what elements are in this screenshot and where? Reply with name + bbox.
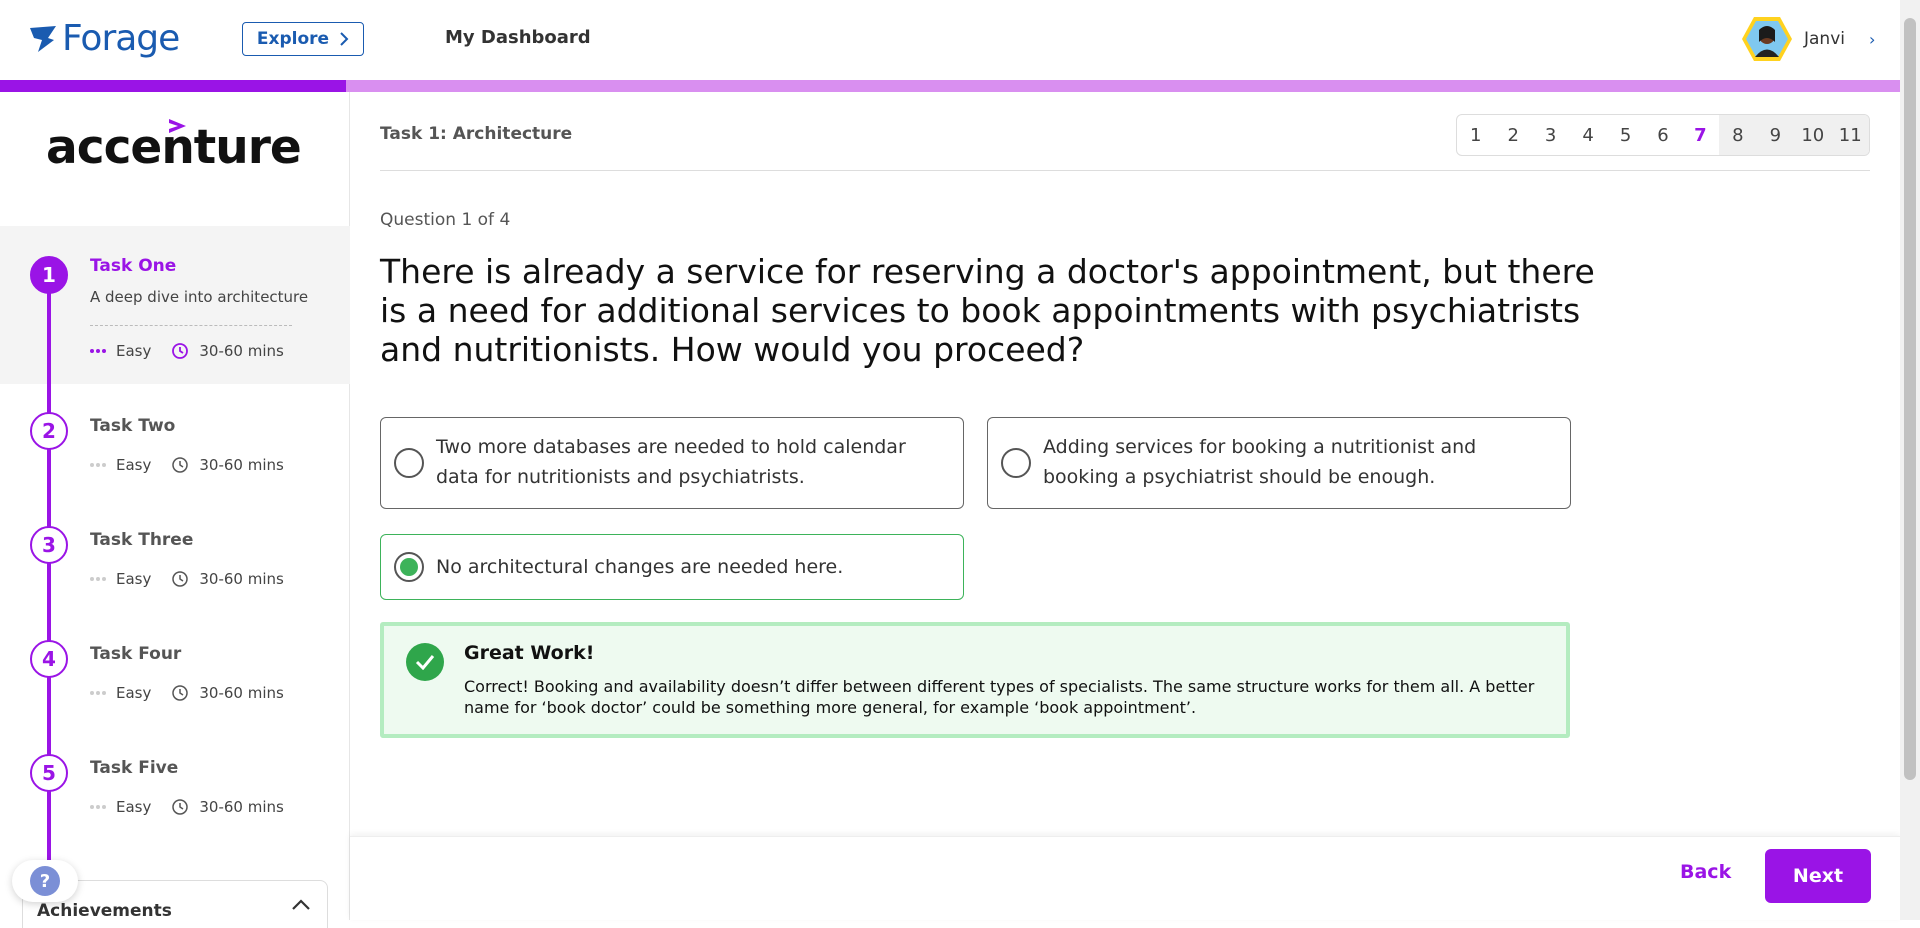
next-button[interactable]: Next [1765,849,1871,903]
task-sidebar: accenture 1 Task One A deep dive into ar… [0,92,350,928]
course-progress-bar [0,80,1900,92]
task-number-badge: 5 [30,754,68,792]
chevron-right-icon: › [1869,29,1876,49]
forage-leaf-icon [30,25,56,52]
clock-icon [172,685,189,701]
clock-icon [172,799,189,815]
task-meta: Easy 30-60 mins [90,570,284,588]
clock-icon [172,343,189,359]
answer-option-add-services[interactable]: Adding services for booking a nutritioni… [987,417,1571,509]
footer-bar: Back Next [350,836,1900,920]
task-number-badge: 2 [30,412,68,450]
radio-button[interactable] [1001,448,1031,478]
difficulty-dots-icon [90,691,106,695]
progress-fill [0,80,346,92]
user-name: Janvi [1804,29,1845,49]
question-text: There is already a service for reserving… [380,252,1595,369]
feedback-panel: Great Work! Correct! Booking and availab… [380,622,1570,738]
difficulty-label: Easy [116,342,152,360]
page-step-2[interactable]: 2 [1494,115,1531,155]
option-text: No architectural changes are needed here… [436,556,844,578]
task-meta: Easy 30-60 mins [90,456,284,474]
divider [380,170,1870,171]
task-title: Task Four [90,644,182,664]
duration-label: 30-60 mins [199,456,284,474]
radio-button-selected[interactable] [394,552,424,582]
difficulty-dots-icon [90,349,106,353]
page-step-5[interactable]: 5 [1607,115,1644,155]
difficulty-dots-icon [90,805,106,809]
task-description: A deep dive into architecture [90,288,309,306]
difficulty-label: Easy [116,570,152,588]
main-content: Task 1: Architecture 1 2 3 4 5 6 7 8 9 10 11 Quest… [350,92,1900,920]
option-text: Adding services for booking a nutritioni… [1043,436,1477,488]
task-title: Task Five [90,758,179,778]
page-step-10[interactable]: 10 [1794,115,1832,155]
difficulty-label: Easy [116,798,152,816]
page-step-9[interactable]: 9 [1756,115,1795,155]
task-meta: Easy 30-60 mins [90,684,284,702]
question-mark-icon: ? [30,866,60,896]
back-button[interactable]: Back [1680,861,1731,883]
top-nav: Forage Explore My Dashboard Janvi › [0,0,1900,80]
clock-icon [172,571,189,587]
task-title: Task Three [90,530,194,550]
feedback-body: Correct! Booking and availability doesn’… [464,677,1535,717]
avatar [1742,17,1792,61]
chevron-up-icon[interactable] [291,899,311,911]
question-counter: Question 1 of 4 [380,210,511,230]
forage-logo[interactable]: Forage [28,18,180,59]
task-title: Task One [90,256,177,276]
help-button[interactable]: ? [12,860,78,902]
step-pager: 1 2 3 4 5 6 7 8 9 10 11 [1456,114,1870,156]
accenture-chevron-icon [169,119,186,133]
difficulty-label: Easy [116,684,152,702]
duration-label: 30-60 mins [199,342,284,360]
task-timeline [47,274,51,906]
page-step-7[interactable]: 7 [1682,115,1719,155]
task-number-badge: 4 [30,640,68,678]
my-dashboard-link[interactable]: My Dashboard [445,27,591,48]
page-scrollbar[interactable] [1900,0,1920,920]
task-title: Task Two [90,416,176,436]
page-step-11[interactable]: 11 [1831,115,1869,155]
duration-label: 30-60 mins [199,798,284,816]
duration-label: 30-60 mins [199,570,284,588]
page-step-3[interactable]: 3 [1532,115,1569,155]
page-step-1[interactable]: 1 [1457,115,1494,155]
explore-button[interactable]: Explore [242,22,364,56]
duration-label: 30-60 mins [199,684,284,702]
achievements-label: Achievements [37,901,172,921]
clock-icon [172,457,189,473]
difficulty-dots-icon [90,577,106,581]
difficulty-dots-icon [90,463,106,467]
explore-label: Explore [256,29,330,49]
radio-button[interactable] [394,448,424,478]
difficulty-label: Easy [116,456,152,474]
task-meta: Easy 30-60 mins [90,342,284,360]
scrollbar-thumb[interactable] [1904,18,1916,780]
breadcrumb: Task 1: Architecture [380,124,573,144]
answer-option-databases[interactable]: Two more databases are needed to hold ca… [380,417,964,509]
chevron-right-icon [340,32,349,46]
answer-option-no-changes[interactable]: No architectural changes are needed here… [380,534,964,600]
page-step-6[interactable]: 6 [1644,115,1681,155]
logo-text: Forage [62,18,180,59]
task-meta: Easy 30-60 mins [90,798,284,816]
task-number-badge: 1 [30,256,68,294]
accenture-logo: accenture [46,119,302,175]
feedback-title: Great Work! [464,642,595,664]
user-menu[interactable]: Janvi › [1742,16,1875,62]
divider [90,325,292,326]
page-step-8[interactable]: 8 [1719,115,1757,155]
check-icon [406,643,444,681]
page-step-4[interactable]: 4 [1569,115,1606,155]
option-text: Two more databases are needed to hold ca… [436,436,906,488]
task-number-badge: 3 [30,526,68,564]
